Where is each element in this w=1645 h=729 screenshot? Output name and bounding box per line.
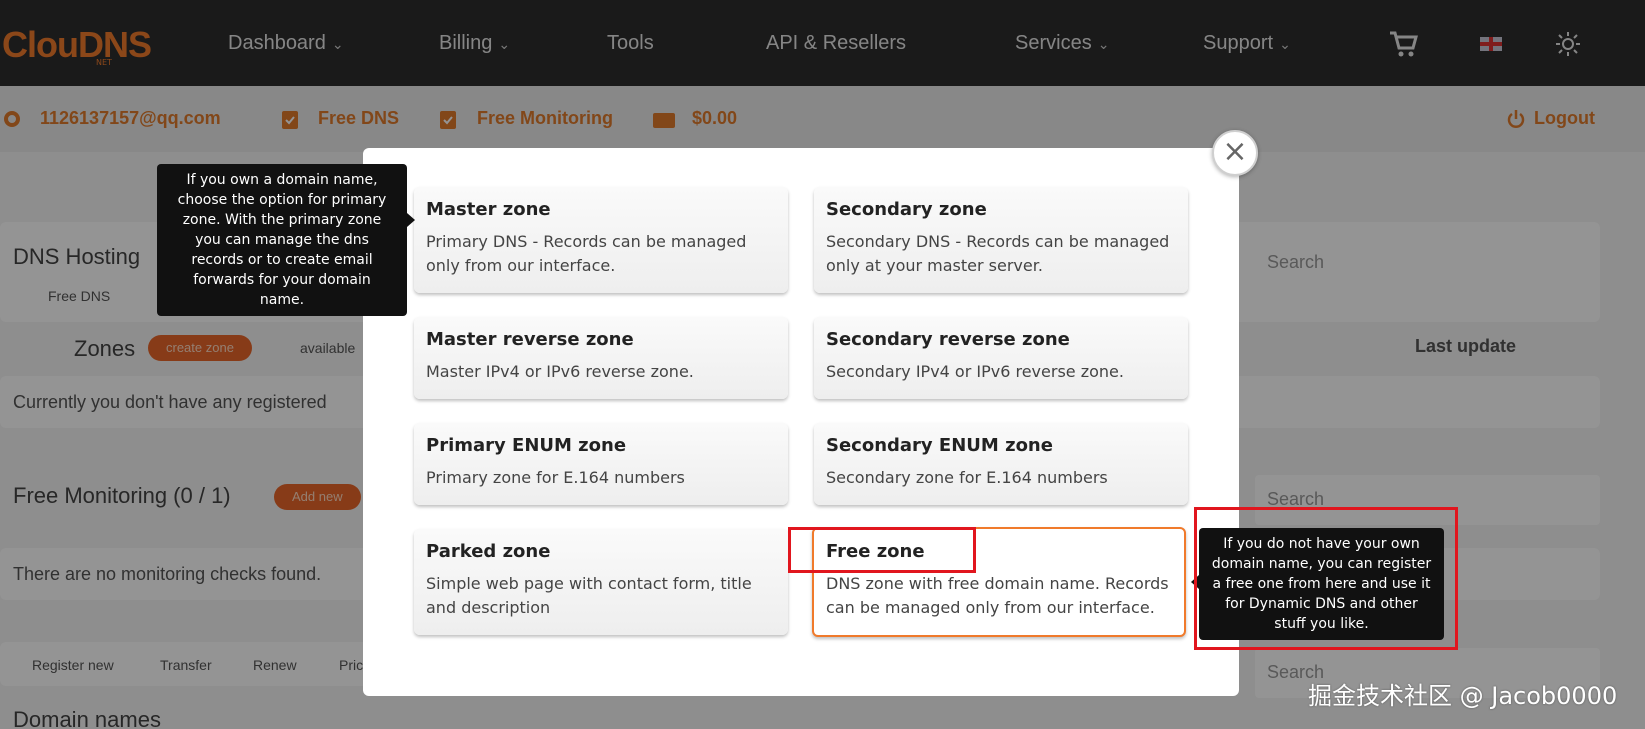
zone-option-desc: Primary DNS - Records can be managed onl… bbox=[426, 232, 747, 275]
zone-option-secondary-enum[interactable]: Secondary ENUM zone Secondary zone for E… bbox=[814, 423, 1188, 505]
zone-option-master[interactable]: Master zone Primary DNS - Records can be… bbox=[414, 187, 788, 293]
zone-option-desc: Simple web page with contact form, title… bbox=[426, 574, 752, 617]
tooltip-arrow bbox=[407, 213, 415, 227]
primary-zone-tooltip: If you own a domain name, choose the opt… bbox=[157, 164, 407, 316]
zone-option-master-reverse[interactable]: Master reverse zone Master IPv4 or IPv6 … bbox=[414, 317, 788, 399]
zone-option-desc: Secondary IPv4 or IPv6 reverse zone. bbox=[826, 362, 1124, 381]
zone-option-title: Master zone bbox=[426, 199, 551, 220]
zone-option-title: Secondary zone bbox=[826, 199, 987, 220]
zone-option-desc: Secondary DNS - Records can be managed o… bbox=[826, 232, 1170, 275]
zone-option-desc: Master IPv4 or IPv6 reverse zone. bbox=[426, 362, 694, 381]
zone-option-parked[interactable]: Parked zone Simple web page with contact… bbox=[414, 529, 788, 635]
zone-option-title: Parked zone bbox=[426, 541, 551, 562]
zone-option-title: Secondary reverse zone bbox=[826, 329, 1070, 350]
free-zone-tooltip-highlight bbox=[1194, 507, 1458, 650]
zone-option-title: Primary ENUM zone bbox=[426, 435, 627, 456]
zone-option-title: Master reverse zone bbox=[426, 329, 634, 350]
close-modal-button[interactable]: × bbox=[1212, 130, 1258, 176]
zone-option-desc: DNS zone with free domain name. Records … bbox=[826, 574, 1169, 617]
zone-option-secondary[interactable]: Secondary zone Secondary DNS - Records c… bbox=[814, 187, 1188, 293]
free-zone-title-highlight bbox=[788, 527, 976, 573]
zone-option-secondary-reverse[interactable]: Secondary reverse zone Secondary IPv4 or… bbox=[814, 317, 1188, 399]
watermark: 掘金技术社区 @ Jacob0000 bbox=[1308, 682, 1618, 710]
zone-option-title: Secondary ENUM zone bbox=[826, 435, 1053, 456]
zone-option-desc: Secondary zone for E.164 numbers bbox=[826, 468, 1108, 487]
zone-option-primary-enum[interactable]: Primary ENUM zone Primary zone for E.164… bbox=[414, 423, 788, 505]
zone-option-desc: Primary zone for E.164 numbers bbox=[426, 468, 685, 487]
